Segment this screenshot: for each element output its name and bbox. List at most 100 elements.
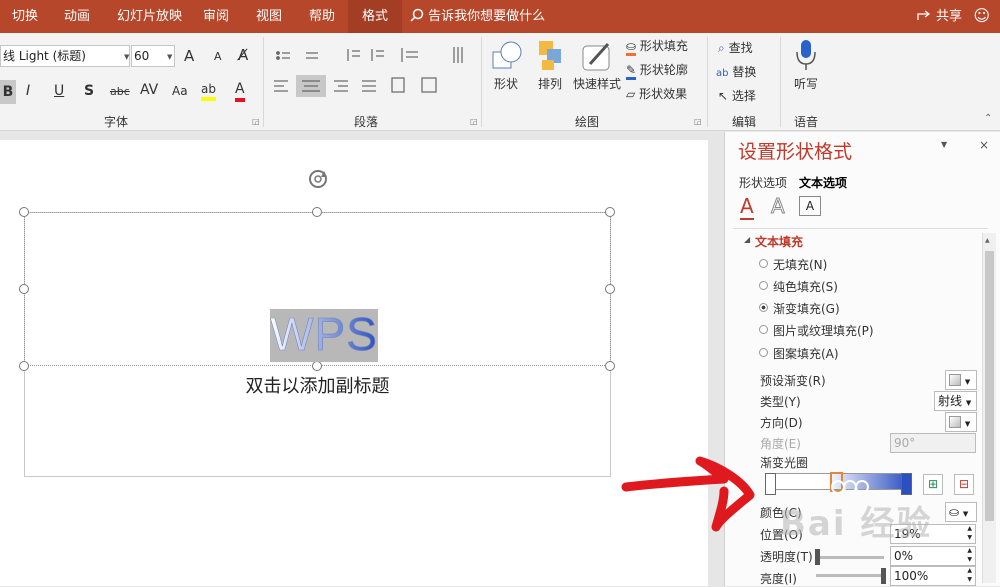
textbox-icon[interactable]: A (799, 196, 821, 216)
bold-button[interactable]: B (0, 80, 16, 104)
change-case-button[interactable]: Aa (172, 84, 188, 98)
collapse-ribbon-icon[interactable]: ⌃ (984, 113, 992, 124)
shape-outline-label: 形状轮廓 (639, 63, 688, 77)
slide[interactable]: WPS 双击以添加副标题 (0, 140, 708, 586)
resize-handle[interactable] (19, 207, 29, 217)
remove-gradient-stop-button[interactable]: ⊟ (954, 474, 974, 495)
direction-picker[interactable]: ▼ (945, 412, 977, 432)
tab-shape-options[interactable]: 形状选项 (739, 174, 787, 191)
highlight-button[interactable]: ab (201, 81, 216, 101)
gradient-stop[interactable] (765, 473, 776, 495)
gradient-stop[interactable] (901, 473, 912, 495)
microphone-icon[interactable] (793, 38, 819, 72)
close-pane-icon[interactable]: × (979, 138, 989, 152)
character-spacing-button[interactable]: AV (140, 82, 158, 98)
grow-font-button[interactable]: A (184, 47, 194, 65)
collapse-section-icon[interactable]: ◢ (744, 235, 750, 244)
font-name-box[interactable]: 线 Light (标题) (0, 45, 130, 67)
tab-format[interactable]: 格式 (348, 0, 403, 33)
resize-handle[interactable] (605, 361, 615, 371)
tab-text-options[interactable]: 文本选项 (799, 174, 847, 191)
drawing-dialog-launcher-icon[interactable]: ◲ (694, 117, 702, 126)
subtitle-placeholder-text[interactable]: 双击以添加副标题 (24, 372, 611, 398)
arrange-icon[interactable] (537, 38, 567, 72)
share-button[interactable]: 共享 (916, 0, 962, 33)
radio-no-fill[interactable] (759, 259, 768, 268)
scroll-up-icon[interactable]: ▲ (985, 237, 990, 244)
shape-effects-button[interactable]: ▱ 形状效果 (626, 85, 687, 102)
radio-picture-fill[interactable] (759, 325, 768, 334)
tell-me-search[interactable]: 告诉我你想要做什么 (410, 0, 545, 33)
red-annotation-arrow (621, 456, 755, 532)
tab-review[interactable]: 审阅 (203, 0, 229, 33)
tab-animations[interactable]: 动画 (64, 0, 90, 33)
text-shadow-button[interactable]: S (84, 83, 94, 99)
shapes-button[interactable]: 形状 (494, 75, 518, 92)
type-select[interactable]: 射线 ▼ (934, 391, 977, 411)
preset-gradient-picker[interactable]: ▼ (945, 370, 977, 390)
shape-outline-button[interactable]: ✎ 形状轮廓 (626, 61, 688, 80)
select-button[interactable]: ↖ 选择 (718, 87, 756, 104)
option-gradient-fill[interactable]: 渐变填充(G) (773, 300, 840, 317)
text-effects-icon[interactable]: A (771, 194, 786, 219)
shrink-font-button[interactable]: A (214, 50, 222, 63)
text-fill-section-header[interactable]: 文本填充 (755, 233, 803, 250)
font-dialog-launcher-icon[interactable]: ◲ (252, 117, 260, 126)
option-picture-fill[interactable]: 图片或纹理填充(P) (773, 322, 874, 339)
transparency-label: 透明度(T) (760, 550, 813, 564)
scrollbar-thumb[interactable] (985, 251, 994, 521)
paragraph-tools-icons[interactable] (272, 45, 472, 115)
transparency-spinner[interactable]: 0% ▲ ▼ (890, 546, 976, 566)
tab-transitions[interactable]: 切换 (12, 0, 38, 33)
resize-handle[interactable] (312, 207, 322, 217)
paragraph-dialog-launcher-icon[interactable]: ◲ (470, 117, 478, 126)
dictate-button[interactable]: 听写 (794, 75, 818, 92)
replace-button[interactable]: ab 替换 (716, 63, 756, 80)
underline-button[interactable]: U (54, 83, 64, 99)
brightness-spinner[interactable]: 100% ▲ ▼ (890, 566, 976, 586)
brightness-slider[interactable] (816, 574, 884, 577)
font-size-dropdown-icon[interactable]: ▼ (167, 53, 172, 61)
font-color-button[interactable]: A (235, 80, 245, 102)
radio-solid-fill[interactable] (759, 281, 768, 290)
quick-styles-icon[interactable] (580, 38, 616, 74)
pane-scrollbar[interactable]: ▲ (982, 233, 996, 583)
resize-handle[interactable] (605, 284, 615, 294)
rotate-handle-icon[interactable] (307, 168, 331, 192)
smiley-icon[interactable]: ☺ (973, 0, 990, 32)
resize-handle[interactable] (312, 361, 322, 371)
tab-help[interactable]: 帮助 (309, 0, 335, 33)
transparency-slider[interactable] (816, 556, 884, 559)
resize-handle[interactable] (19, 284, 29, 294)
gradient-stops-label: 渐变光圈 (760, 456, 809, 470)
pane-options-dropdown-icon[interactable]: ▼ (941, 140, 947, 149)
tab-view[interactable]: 视图 (256, 0, 282, 33)
option-no-fill[interactable]: 无填充(N) (773, 256, 827, 273)
text-fill-outline-icon[interactable]: A (740, 194, 754, 220)
italic-button[interactable]: I (26, 83, 30, 99)
radio-pattern-fill[interactable] (759, 348, 768, 357)
clear-format-icon[interactable]: A̸ (238, 46, 248, 64)
dropdown-arrow-icon: ▼ (964, 420, 971, 428)
find-button[interactable]: ⌕ 查找 (718, 39, 753, 56)
option-pattern-fill[interactable]: 图案填充(A) (773, 345, 839, 362)
arrange-button[interactable]: 排列 (538, 75, 562, 92)
resize-handle[interactable] (19, 361, 29, 371)
shapes-icon[interactable] (490, 38, 526, 74)
resize-handle[interactable] (605, 207, 615, 217)
separator (481, 37, 482, 127)
add-gradient-stop-button[interactable]: ⊞ (923, 474, 943, 495)
color-picker[interactable]: ⛀ ▼ (945, 502, 977, 522)
option-solid-fill[interactable]: 纯色填充(S) (773, 278, 838, 295)
transparency-slider-thumb[interactable] (815, 549, 820, 565)
font-name-dropdown-icon[interactable]: ▼ (124, 53, 129, 61)
strikethrough-button[interactable]: abc (110, 85, 130, 98)
slide-title-text[interactable]: WPS (270, 306, 378, 362)
quick-styles-button[interactable]: 快速样式 (573, 75, 621, 92)
ribbon: 线 Light (标题) ▼ 60 ▼ A A A̸ B I U S abc A… (0, 33, 1000, 131)
tab-slideshow[interactable]: 幻灯片放映 (117, 0, 182, 33)
shape-fill-button[interactable]: ⛀ 形状填充 (626, 37, 688, 56)
radio-gradient-fill[interactable] (759, 303, 768, 312)
brightness-slider-thumb[interactable] (881, 568, 886, 584)
gradient-swatch-icon (949, 416, 961, 428)
